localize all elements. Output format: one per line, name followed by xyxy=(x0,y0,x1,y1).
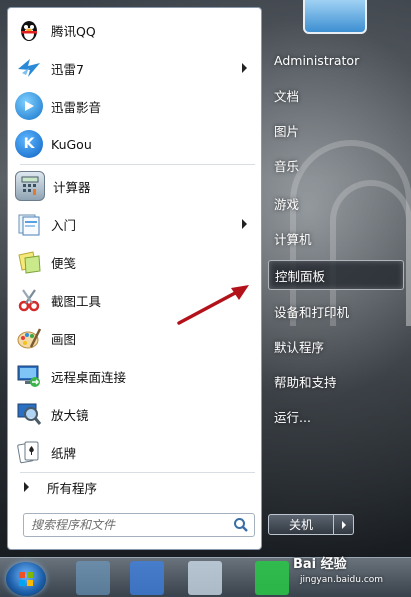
right-item-help-support[interactable]: 帮助和支持 xyxy=(268,367,402,395)
program-qq[interactable]: 腾讯QQ xyxy=(12,14,257,46)
program-label: 纸牌 xyxy=(51,445,77,461)
right-item-music[interactable]: 音乐 xyxy=(268,151,402,179)
taskbar-app[interactable] xyxy=(255,561,289,595)
program-label: 迅雷影音 xyxy=(51,99,102,115)
calculator-icon xyxy=(15,171,45,201)
right-item-label: 计算机 xyxy=(274,231,312,247)
start-menu-programs-panel: 腾讯QQ 迅雷7 迅雷影音 K KuGou 计算器 入门 便笺 截图工具 画图 … xyxy=(7,7,262,550)
right-item-label: Administrator xyxy=(274,52,360,68)
menu-separator xyxy=(20,164,255,165)
shutdown-button[interactable]: 关机 xyxy=(268,514,334,535)
program-remote-desktop[interactable]: 远程桌面连接 xyxy=(12,360,257,392)
right-item-documents[interactable]: 文档 xyxy=(268,81,402,109)
thunder-bird-icon xyxy=(15,54,43,82)
all-programs[interactable]: 所有程序 xyxy=(16,476,256,498)
program-label: 远程桌面连接 xyxy=(51,369,127,385)
paint-icon xyxy=(15,324,43,352)
program-thunder[interactable]: 迅雷7 xyxy=(12,52,257,84)
right-item-devices-printers[interactable]: 设备和打印机 xyxy=(268,297,402,325)
kugou-icon: K xyxy=(15,130,43,158)
program-calculator[interactable]: 计算器 xyxy=(12,170,257,202)
right-item-label: 文档 xyxy=(274,88,300,104)
submenu-arrow-icon xyxy=(242,63,247,73)
program-label: KuGou xyxy=(51,136,92,152)
right-item-label: 帮助和支持 xyxy=(274,374,337,390)
snipping-tool-icon xyxy=(15,286,43,314)
program-label: 截图工具 xyxy=(51,293,102,309)
right-item-label: 运行... xyxy=(274,409,311,425)
watermark-url: jingyan.baidu.com xyxy=(300,575,384,585)
taskbar-app[interactable] xyxy=(188,561,222,595)
right-item-computer[interactable]: 计算机 xyxy=(268,224,402,252)
solitaire-icon xyxy=(15,438,43,466)
magnifier-icon xyxy=(15,400,43,428)
search-input[interactable] xyxy=(29,515,232,535)
right-item-run[interactable]: 运行... xyxy=(268,402,402,430)
expand-arrow-icon xyxy=(24,482,29,492)
right-item-games[interactable]: 游戏 xyxy=(268,189,402,217)
getting-started-icon xyxy=(15,210,43,238)
search-icon[interactable] xyxy=(232,516,250,534)
right-item-label: 默认程序 xyxy=(274,339,325,355)
right-item-label: 音乐 xyxy=(274,158,300,174)
annotation-arrow xyxy=(177,285,249,325)
program-label: 迅雷7 xyxy=(51,61,84,77)
all-programs-label: 所有程序 xyxy=(47,480,98,496)
program-thunder-player[interactable]: 迅雷影音 xyxy=(12,90,257,122)
right-item-default-programs[interactable]: 默认程序 xyxy=(268,332,402,360)
remote-desktop-icon xyxy=(15,362,43,390)
program-label: 腾讯QQ xyxy=(51,23,96,39)
program-sticky-notes[interactable]: 便笺 xyxy=(12,246,257,278)
right-item-label: 图片 xyxy=(274,123,300,139)
thunder-player-icon xyxy=(15,92,43,120)
program-label: 放大镜 xyxy=(51,407,89,423)
taskbar-app[interactable] xyxy=(76,561,110,595)
shutdown-options-button[interactable] xyxy=(334,514,354,535)
menu-separator xyxy=(20,472,255,473)
shutdown-group: 关机 xyxy=(268,514,356,535)
right-item-label: 控制面板 xyxy=(275,268,326,284)
program-label: 画图 xyxy=(51,331,77,347)
program-magnifier[interactable]: 放大镜 xyxy=(12,398,257,430)
program-label: 计算器 xyxy=(53,179,91,195)
program-getting-started[interactable]: 入门 xyxy=(12,208,257,240)
watermark-brand: Bai 经验 xyxy=(293,557,347,572)
chevron-right-icon xyxy=(341,520,346,529)
right-item-control-panel[interactable]: 控制面板 xyxy=(268,260,404,290)
start-button[interactable] xyxy=(6,562,46,596)
qq-penguin-icon xyxy=(15,16,43,44)
submenu-arrow-icon xyxy=(242,219,247,229)
program-solitaire[interactable]: 纸牌 xyxy=(12,436,257,468)
sticky-notes-icon xyxy=(15,248,43,276)
right-item-user[interactable]: Administrator xyxy=(268,46,402,74)
taskbar-app[interactable] xyxy=(130,561,164,595)
program-label: 便笺 xyxy=(51,255,77,271)
program-label: 入门 xyxy=(51,217,77,233)
right-item-label: 游戏 xyxy=(274,196,300,212)
right-item-pictures[interactable]: 图片 xyxy=(268,116,402,144)
right-item-label: 设备和打印机 xyxy=(274,304,350,320)
search-box[interactable] xyxy=(23,513,255,537)
program-kugou[interactable]: K KuGou xyxy=(12,128,257,160)
user-picture[interactable] xyxy=(303,0,367,34)
